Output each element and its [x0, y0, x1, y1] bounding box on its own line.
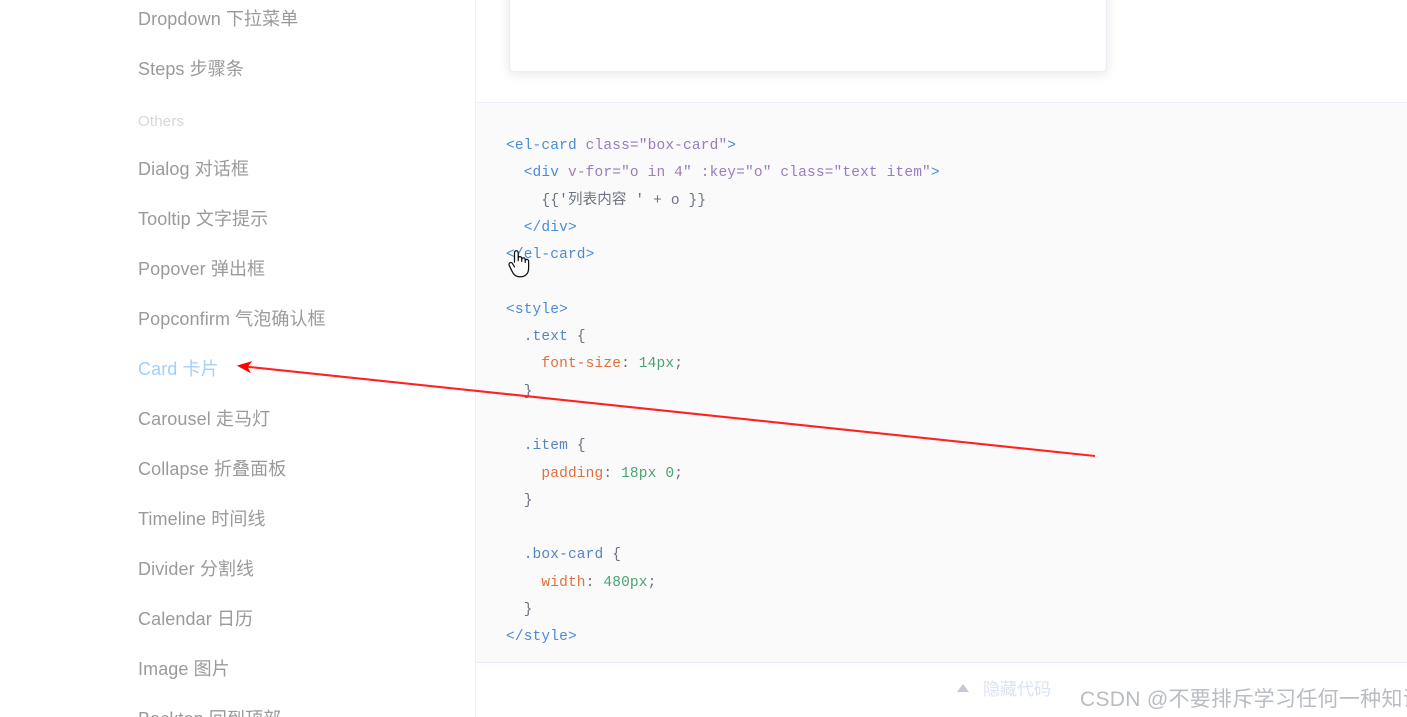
- code-token: :: [585, 574, 604, 591]
- code-token: ;: [674, 465, 684, 482]
- code-token: <style>: [506, 301, 568, 318]
- code-token: "o": [745, 165, 772, 182]
- code-token: >: [930, 165, 940, 182]
- code-token: .box-card: [506, 547, 613, 564]
- code-token: ;: [647, 574, 657, 591]
- code-token: 14px: [638, 356, 675, 373]
- code-token: }: [506, 383, 533, 400]
- sidebar-item-12[interactable]: Calendar 日历: [0, 594, 475, 644]
- page-root: Dropdown 下拉菜单 Steps 步骤条 Others Dialog 对话框 To…: [0, 0, 1407, 717]
- sidebar-item-14[interactable]: Backtop 回到顶部: [0, 694, 475, 717]
- code-token: {: [612, 547, 622, 564]
- demo-box-card: 列表内容 4: [509, 0, 1107, 72]
- component-sidebar-nav: Dropdown 下拉菜单 Steps 步骤条 Others Dialog 对话框 To…: [0, 0, 476, 717]
- code-token: >: [727, 138, 737, 154]
- code-token: "box-card": [638, 138, 728, 154]
- sidebar-item-11[interactable]: Divider 分割线: [0, 544, 475, 594]
- code-token: "text item": [833, 165, 931, 182]
- code-token: }: [506, 492, 533, 509]
- code-block[interactable]: <el-card class="box-card"> <div v-for="o…: [476, 103, 1407, 652]
- code-token: class=: [585, 138, 639, 154]
- code-token: 18px 0: [621, 465, 675, 482]
- code-token: font-size: [506, 356, 622, 373]
- main-content: 列表内容 4 <el-card class="box-card"> <div v…: [476, 0, 1407, 717]
- code-token: {: [576, 329, 586, 346]
- sidebar-item-0[interactable]: Dropdown 下拉菜单: [0, 0, 475, 44]
- hide-code-label: 隐藏代码: [983, 680, 1051, 699]
- code-token: <el-card: [506, 138, 586, 154]
- code-token: {: [576, 438, 586, 455]
- sidebar-item-list: Dropdown 下拉菜单 Steps 步骤条 Others Dialog 对话框 To…: [0, 0, 475, 717]
- code-token: class=: [771, 165, 834, 182]
- sidebar-item-4[interactable]: Tooltip 文字提示: [0, 194, 475, 244]
- code-token: <div: [506, 165, 568, 182]
- sidebar-item-1[interactable]: Steps 步骤条: [0, 44, 475, 94]
- sidebar-item-8[interactable]: Carousel 走马灯: [0, 394, 475, 444]
- sidebar-group-title: Others: [138, 113, 185, 130]
- code-token: </el-card>: [506, 247, 595, 264]
- hide-code-button[interactable]: 隐藏代码: [957, 675, 1051, 700]
- sidebar-item-7[interactable]: Card 卡片: [0, 344, 475, 394]
- caret-up-icon: [957, 683, 969, 692]
- code-token: }: [506, 602, 533, 619]
- code-token: 480px: [603, 574, 648, 591]
- demo-preview-area: 列表内容 4: [476, 0, 1407, 102]
- code-token: :: [603, 465, 622, 482]
- sidebar-item-6[interactable]: Popconfirm 气泡确认框: [0, 294, 475, 344]
- code-token: :key=: [691, 165, 745, 182]
- code-token: "o in 4": [621, 165, 692, 182]
- code-token: .text: [506, 329, 577, 346]
- code-token: .item: [506, 438, 577, 455]
- sidebar-item-5[interactable]: Popover 弹出框: [0, 244, 475, 294]
- code-token: v-for=: [567, 165, 622, 182]
- code-token: ;: [674, 356, 684, 373]
- sidebar-item-9[interactable]: Collapse 折叠面板: [0, 444, 475, 494]
- code-token: {{'列表内容 ' + o }}: [506, 192, 707, 209]
- sidebar-item-10[interactable]: Timeline 时间线: [0, 494, 475, 544]
- sidebar-item-13[interactable]: Image 图片: [0, 644, 475, 694]
- code-panel-footer: 隐藏代码: [476, 662, 1407, 717]
- code-snippet-panel: <el-card class="box-card"> <div v-for="o…: [476, 102, 1407, 662]
- code-token: padding: [506, 465, 604, 482]
- code-token: </div>: [506, 219, 577, 236]
- code-token: </style>: [506, 629, 577, 646]
- code-token: width: [506, 574, 586, 591]
- code-token: :: [621, 356, 639, 373]
- sidebar-item-3[interactable]: Dialog 对话框: [0, 144, 475, 194]
